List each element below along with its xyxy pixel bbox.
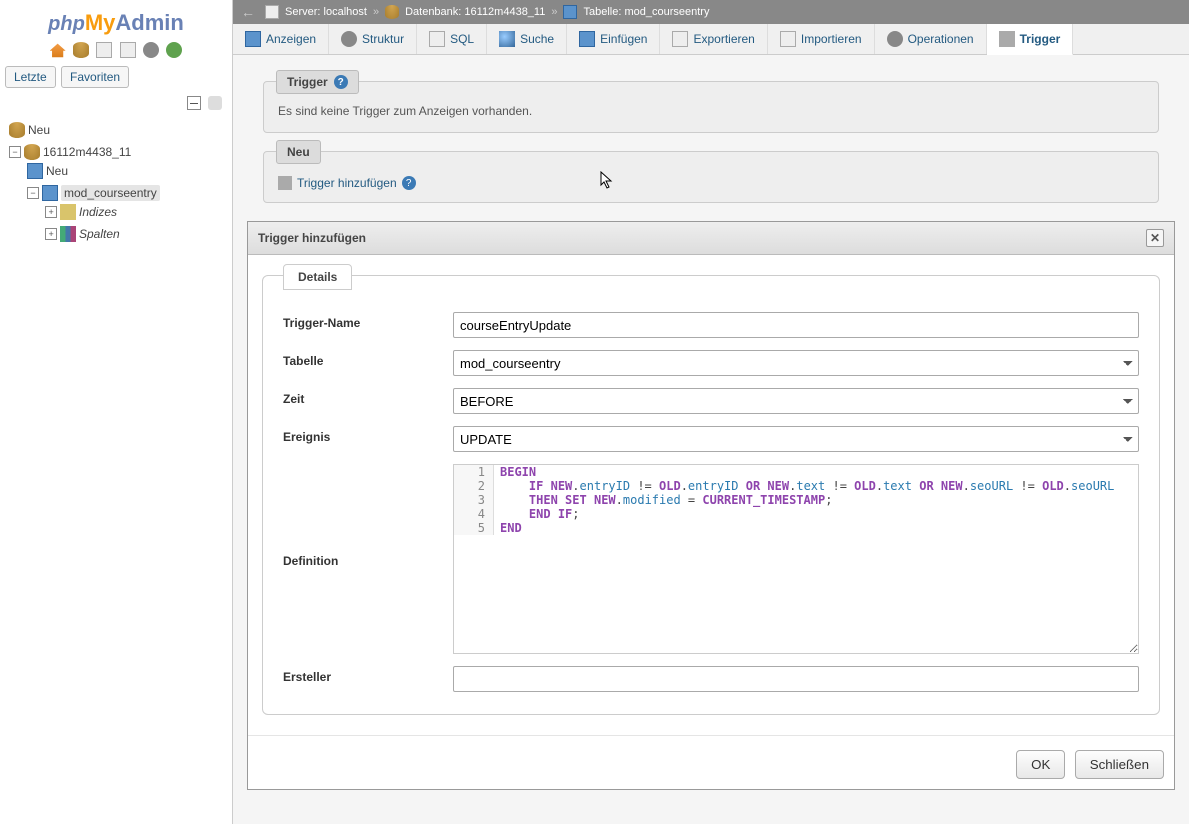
add-trigger-dialog: Trigger hinzufügen ✕ Details Trigger-Nam…	[247, 221, 1175, 790]
time-select[interactable]: BEFORE	[453, 388, 1139, 414]
database-icon	[24, 144, 40, 160]
add-trigger-icon	[278, 176, 292, 190]
tab-structure[interactable]: Struktur	[329, 24, 417, 54]
panel-trigger-legend: Trigger	[287, 75, 328, 89]
empty-trigger-note: Es sind keine Trigger zum Anzeigen vorha…	[278, 104, 1144, 118]
definition-editor[interactable]: 1BEGIN2 IF NEW.entryID != OLD.entryID OR…	[453, 464, 1139, 654]
tab-sql[interactable]: SQL	[417, 24, 487, 54]
details-legend: Details	[283, 264, 352, 290]
tab-import[interactable]: Importieren	[768, 24, 875, 54]
tab-insert[interactable]: Einfügen	[567, 24, 660, 54]
help-icon[interactable]: ?	[402, 176, 416, 190]
tree-database[interactable]: −16112m4438_11	[9, 144, 227, 160]
settings-icon[interactable]	[143, 42, 159, 58]
sql-icon[interactable]	[120, 42, 136, 58]
operations-icon	[887, 31, 903, 47]
label-event: Ereignis	[279, 420, 449, 458]
tab-favorites[interactable]: Favoriten	[61, 66, 129, 88]
search-icon	[499, 31, 515, 47]
tab-browse[interactable]: Anzeigen	[233, 24, 329, 54]
table-icon	[42, 185, 58, 201]
bc-table[interactable]: Tabelle: mod_courseentry	[583, 6, 709, 18]
columns-icon	[60, 226, 76, 242]
logo[interactable]: phpMyAdmin	[0, 5, 232, 38]
structure-icon	[341, 31, 357, 47]
panel-new-legend: Neu	[287, 145, 310, 159]
table-select[interactable]: mod_courseentry	[453, 350, 1139, 376]
sidebar-tabs: Letzte Favoriten	[0, 62, 232, 92]
link-icon[interactable]	[208, 96, 222, 110]
tab-triggers[interactable]: Trigger	[987, 24, 1074, 55]
tree-indexes[interactable]: +Indizes	[45, 204, 227, 220]
nav-tree: Neu −16112m4438_11 Neu −mod_courseentry …	[0, 119, 232, 251]
collapse-all-icon[interactable]	[187, 96, 201, 110]
import-icon	[780, 31, 796, 47]
browse-icon	[245, 31, 261, 47]
reload-icon[interactable]	[166, 42, 182, 58]
label-trigger-name: Trigger-Name	[279, 306, 449, 344]
trigger-icon	[999, 31, 1015, 47]
nav-back-icon[interactable]: ←	[241, 4, 255, 20]
tree-columns[interactable]: +Spalten	[45, 226, 227, 242]
tab-export[interactable]: Exportieren	[660, 24, 767, 54]
main-tabs: Anzeigen Struktur SQL Suche Einfügen Exp…	[233, 24, 1189, 55]
trigger-name-input[interactable]	[453, 312, 1139, 338]
bc-database[interactable]: Datenbank: 16112m4438_11	[405, 6, 545, 18]
label-definition: Definition	[279, 458, 449, 660]
close-button[interactable]: Schließen	[1075, 750, 1164, 779]
definer-input[interactable]	[453, 666, 1139, 692]
tab-recent[interactable]: Letzte	[5, 66, 56, 88]
sidebar-toolbar	[0, 38, 232, 62]
tab-search[interactable]: Suche	[487, 24, 567, 54]
breadcrumb: ← Server: localhost » Datenbank: 16112m4…	[233, 0, 1189, 24]
bc-server[interactable]: Server: localhost	[285, 6, 367, 18]
label-time: Zeit	[279, 382, 449, 420]
help-icon[interactable]: ?	[334, 75, 348, 89]
docs-icon[interactable]	[96, 42, 112, 58]
index-icon	[60, 204, 76, 220]
add-trigger-link[interactable]: Trigger hinzufügen ?	[278, 174, 1144, 192]
home-icon[interactable]	[50, 42, 66, 58]
tree-table[interactable]: −mod_courseentry	[27, 185, 227, 201]
tree-new-table[interactable]: Neu	[27, 163, 227, 179]
dialog-close-button[interactable]: ✕	[1146, 229, 1164, 247]
ok-button[interactable]: OK	[1016, 750, 1065, 779]
logout-icon[interactable]	[73, 42, 89, 58]
sql-icon	[429, 31, 445, 47]
label-table: Tabelle	[279, 344, 449, 382]
export-icon	[672, 31, 688, 47]
dialog-title: Trigger hinzufügen	[258, 231, 366, 245]
database-icon	[385, 5, 399, 19]
server-icon	[265, 5, 279, 19]
insert-icon	[579, 31, 595, 47]
tree-new-db[interactable]: Neu	[9, 122, 227, 138]
panel-new: Neu Trigger hinzufügen ?	[263, 151, 1159, 203]
event-select[interactable]: UPDATE	[453, 426, 1139, 452]
label-definer: Ersteller	[279, 660, 449, 698]
table-icon	[563, 5, 577, 19]
tab-operations[interactable]: Operationen	[875, 24, 987, 54]
sidebar: phpMyAdmin Letzte Favoriten Neu −16112m4…	[0, 0, 233, 824]
panel-trigger-list: Trigger? Es sind keine Trigger zum Anzei…	[263, 81, 1159, 133]
